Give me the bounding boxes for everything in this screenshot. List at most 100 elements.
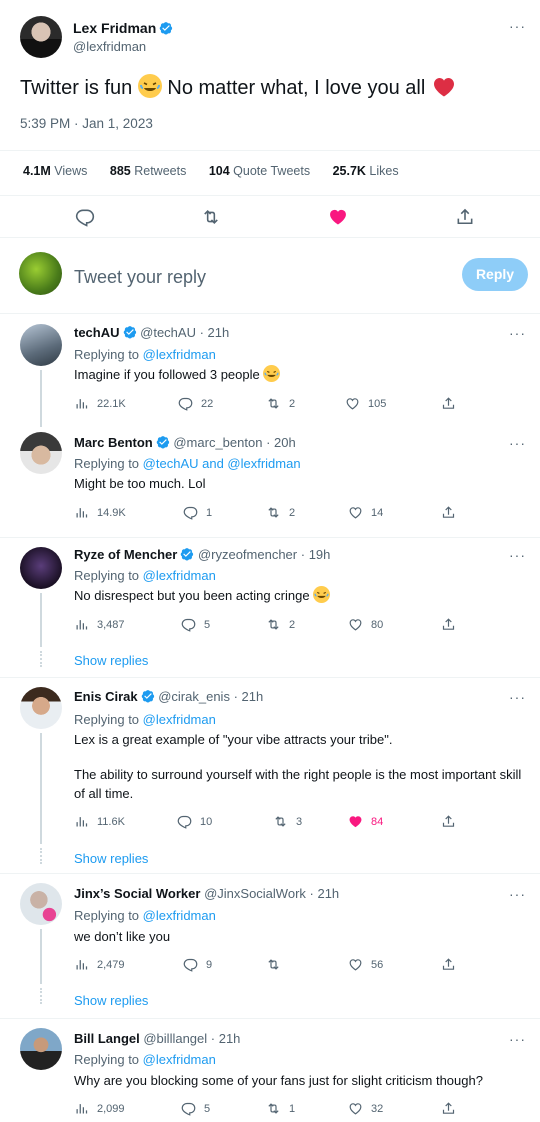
tweet-time[interactable]: · 21h <box>200 325 230 340</box>
replying-to-link[interactable]: @lexfridman <box>143 712 216 727</box>
share-action[interactable] <box>441 1101 464 1116</box>
user-handle[interactable]: @billlangel <box>143 1031 207 1046</box>
like-action[interactable]: 14 <box>348 505 383 520</box>
tweet-time[interactable]: · 21h <box>234 689 264 704</box>
reply-tweet-3[interactable]: Ryze of Mencher @ryzeofmencher · 19h ···… <box>0 537 540 677</box>
reply-input[interactable]: Tweet your reply <box>74 267 206 288</box>
more-options-icon[interactable]: ··· <box>509 1031 526 1047</box>
more-options-icon[interactable]: ··· <box>509 547 526 563</box>
user-name[interactable]: Bill Langel <box>74 1031 140 1046</box>
views-action[interactable]: 11.6K <box>74 814 125 829</box>
show-replies-link[interactable]: Show replies <box>74 653 148 668</box>
retweet-action[interactable]: 3 <box>273 814 302 829</box>
reply-tweet-4[interactable]: Enis Cirak @cirak_enis · 21h ··· Replyin… <box>0 677 540 873</box>
share-action[interactable] <box>441 957 464 972</box>
reply-action[interactable]: 1 <box>183 505 212 520</box>
show-replies-link[interactable]: Show replies <box>74 851 148 866</box>
share-action[interactable] <box>441 617 464 632</box>
tweet-text: we don’t like you <box>74 929 171 944</box>
more-options-icon[interactable]: ··· <box>509 435 526 451</box>
reply-action[interactable]: 22 <box>178 396 213 411</box>
replying-to-label: Replying to <box>74 347 140 362</box>
reply-icon <box>181 1101 196 1116</box>
retweet-action[interactable]: 2 <box>266 396 295 411</box>
retweets-stat[interactable]: 885 Retweets <box>110 164 186 178</box>
like-count: 84 <box>371 815 384 828</box>
views-icon <box>74 957 89 972</box>
views-action[interactable]: 2,479 <box>74 957 125 972</box>
share-action[interactable] <box>441 396 464 411</box>
share-action[interactable] <box>441 505 464 520</box>
tweet-time[interactable]: · 20h <box>266 435 296 450</box>
retweets-count: 885 <box>109 164 131 178</box>
user-name[interactable]: Jinx’s Social Worker <box>74 886 200 901</box>
user-name[interactable]: Enis Cirak <box>74 689 138 704</box>
user-name[interactable]: Marc Benton <box>74 435 153 450</box>
reply-action[interactable]: 9 <box>183 957 212 972</box>
user-handle[interactable]: @JinxSocialWork <box>204 886 306 901</box>
retweet-icon <box>266 505 281 520</box>
replying-to-link[interactable]: @lexfridman <box>143 347 216 362</box>
retweet-action[interactable] <box>266 957 289 972</box>
author-avatar[interactable] <box>20 16 62 58</box>
like-icon <box>348 617 363 632</box>
like-action[interactable]: 84 <box>348 814 383 829</box>
likes-stat[interactable]: 25.7K Likes <box>333 164 399 178</box>
avatar[interactable] <box>20 547 62 589</box>
reply-tweet-6[interactable]: Bill Langel @billlangel · 21h ··· Replyi… <box>0 1018 540 1122</box>
user-handle[interactable]: @ryzeofmencher <box>198 547 297 562</box>
retweet-icon[interactable] <box>201 207 221 227</box>
reply-tweet-1[interactable]: techAU @techAU · 21h ··· Replying to @le… <box>0 314 540 427</box>
more-options-icon[interactable]: ··· <box>509 18 526 34</box>
reply-tweet-2[interactable]: Marc Benton @marc_benton · 20h ··· Reply… <box>0 427 540 537</box>
reply-tweet-5[interactable]: Jinx’s Social Worker @JinxSocialWork · 2… <box>0 873 540 1018</box>
user-name[interactable]: Ryze of Mencher <box>74 547 177 562</box>
avatar[interactable] <box>20 1028 62 1070</box>
like-action[interactable]: 80 <box>348 617 383 632</box>
retweet-action[interactable]: 2 <box>266 505 295 520</box>
reply-icon[interactable] <box>75 207 95 227</box>
like-action[interactable]: 56 <box>348 957 383 972</box>
avatar[interactable] <box>20 324 62 366</box>
my-avatar[interactable] <box>19 252 62 295</box>
avatar[interactable] <box>20 432 62 474</box>
author-name-row[interactable]: Lex Fridman <box>73 20 173 36</box>
replying-to-link[interactable]: @techAU and @lexfridman <box>143 456 301 471</box>
avatar[interactable] <box>20 687 62 729</box>
user-handle[interactable]: @cirak_enis <box>158 689 230 704</box>
more-options-icon[interactable]: ··· <box>509 689 526 705</box>
author-handle[interactable]: @lexfridman <box>73 39 173 54</box>
quotes-stat[interactable]: 104 Quote Tweets <box>209 164 310 178</box>
tweet-time[interactable]: · 19h <box>301 547 331 562</box>
tweet-time[interactable]: · 21h <box>310 886 340 901</box>
user-handle[interactable]: @techAU <box>140 325 196 340</box>
views-action[interactable]: 2,099 <box>74 1101 125 1116</box>
like-action[interactable]: 32 <box>348 1101 383 1116</box>
replying-to-link[interactable]: @lexfridman <box>143 1052 216 1067</box>
reply-button[interactable]: Reply <box>462 258 528 291</box>
avatar[interactable] <box>20 883 62 925</box>
like-count: 105 <box>368 397 387 410</box>
reply-action[interactable]: 5 <box>181 1101 210 1116</box>
tweet-timestamp[interactable]: 5:39 PM · Jan 1, 2023 <box>20 116 153 131</box>
views-action[interactable]: 3,487 <box>74 617 125 632</box>
retweet-action[interactable]: 2 <box>266 617 295 632</box>
like-action[interactable]: 105 <box>345 396 386 411</box>
retweet-action[interactable]: 1 <box>266 1101 295 1116</box>
share-icon[interactable] <box>455 207 475 227</box>
more-options-icon[interactable]: ··· <box>509 886 526 902</box>
views-action[interactable]: 14.9K <box>74 505 126 520</box>
reply-action[interactable]: 5 <box>181 617 210 632</box>
share-action[interactable] <box>441 814 464 829</box>
views-action[interactable]: 22.1K <box>74 396 126 411</box>
author-name[interactable]: Lex Fridman <box>73 20 156 36</box>
tweet-time[interactable]: · 21h <box>211 1031 241 1046</box>
reply-action[interactable]: 10 <box>177 814 212 829</box>
replying-to-link[interactable]: @lexfridman <box>143 568 216 583</box>
user-handle[interactable]: @marc_benton <box>173 435 262 450</box>
more-options-icon[interactable]: ··· <box>509 325 526 341</box>
user-name[interactable]: techAU <box>74 325 120 340</box>
like-filled-icon[interactable] <box>328 207 348 227</box>
show-replies-link[interactable]: Show replies <box>74 993 148 1008</box>
replying-to-link[interactable]: @lexfridman <box>143 908 216 923</box>
